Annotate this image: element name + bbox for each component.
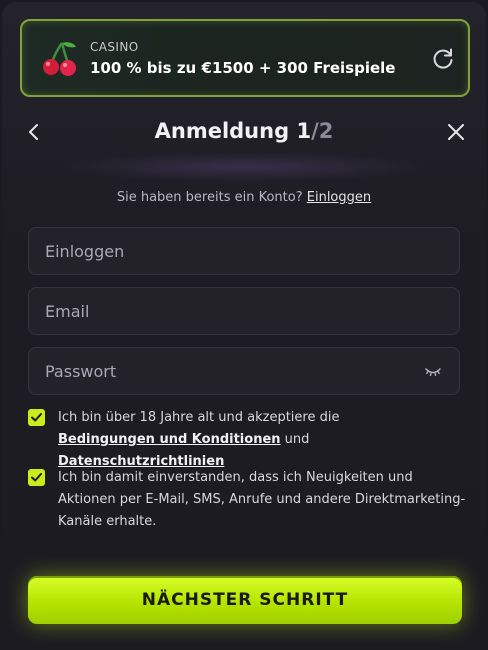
username-input[interactable] (29, 228, 459, 274)
next-step-button[interactable]: NÄCHSTER SCHRITT (28, 576, 462, 624)
terms-joiner: und (284, 432, 310, 447)
login-hint: Sie haben bereits ein Konto? Einloggen (2, 190, 486, 205)
login-hint-text: Sie haben bereits ein Konto? (116, 190, 303, 205)
refresh-icon[interactable] (430, 46, 456, 72)
age-terms-checkbox[interactable] (28, 409, 45, 426)
title-text: Anmeldung (154, 119, 290, 143)
check-icon (31, 413, 42, 422)
promo-tag: CASINO (90, 40, 139, 54)
login-link[interactable]: Einloggen (307, 190, 371, 205)
check-icon (31, 473, 42, 482)
eye-closed-icon[interactable] (425, 365, 441, 379)
age-terms-consent: Ich bin über 18 Jahre alt und akzeptiere… (28, 407, 468, 469)
promo-banner[interactable]: CASINO 100 % bis zu €1500 + 300 Freispie… (20, 19, 470, 97)
step-total: /2 (311, 119, 334, 143)
email-input[interactable] (29, 288, 459, 334)
email-field (28, 287, 460, 335)
cherries-icon (43, 42, 76, 76)
terms-link[interactable]: Bedingungen und Konditionen (58, 432, 281, 447)
modal-header: Anmeldung 1/2 (2, 110, 486, 160)
marketing-checkbox[interactable] (28, 469, 45, 486)
close-icon[interactable] (446, 122, 466, 142)
marketing-consent-text: Ich bin damit einverstanden, dass ich Ne… (58, 470, 466, 529)
step-current: 1 (296, 119, 312, 143)
password-input[interactable] (29, 348, 459, 394)
password-field (28, 347, 460, 395)
username-field (28, 227, 460, 275)
page-title: Anmeldung 1/2 (2, 119, 486, 143)
age-terms-text: Ich bin über 18 Jahre alt und akzeptiere… (58, 407, 468, 473)
marketing-consent: Ich bin damit einverstanden, dass ich Ne… (28, 467, 468, 535)
registration-modal: CASINO 100 % bis zu €1500 + 300 Freispie… (2, 2, 486, 648)
promo-offer: 100 % bis zu €1500 + 300 Freispiele (90, 59, 396, 77)
age-terms-text-before: Ich bin über 18 Jahre alt und akzeptiere… (58, 410, 340, 425)
